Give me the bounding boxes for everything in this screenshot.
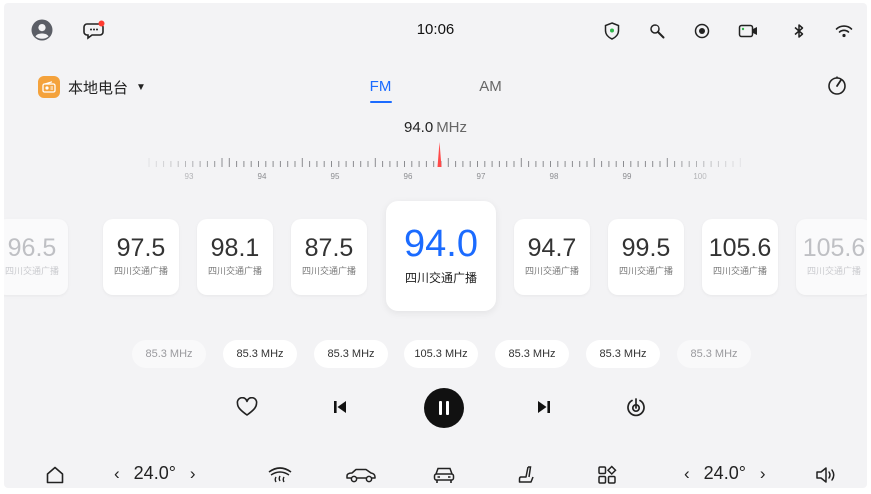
station-card[interactable]: 96.5 四川交通广播 [4, 219, 68, 295]
timer-icon[interactable] [825, 74, 849, 98]
station-card[interactable]: 105.6 四川交通广播 [702, 219, 778, 295]
station-card-selected[interactable]: 94.0 四川交通广播 [386, 201, 496, 311]
tab-am[interactable]: AM [436, 78, 546, 95]
previous-icon[interactable] [328, 395, 352, 419]
defrost-icon[interactable] [266, 463, 294, 487]
bluetooth-icon [789, 21, 809, 41]
tab-fm[interactable]: FM [326, 78, 436, 103]
record-icon [692, 21, 712, 41]
station-name: 四川交通广播 [301, 266, 356, 276]
right-temp-decrease-button[interactable]: ‹ [684, 464, 690, 484]
scan-icon[interactable] [624, 395, 648, 419]
car-icon[interactable] [344, 463, 378, 487]
ruler-label: 95 [331, 172, 340, 181]
station-name: 四川交通广播 [712, 266, 767, 276]
volume-icon[interactable] [813, 463, 839, 487]
frequency-unit: MHz [436, 119, 468, 136]
station-name: 四川交通广播 [113, 266, 168, 276]
station-name: 四川交通广播 [404, 271, 477, 285]
left-temp-increase-button[interactable]: › [190, 464, 196, 484]
pause-icon [439, 401, 449, 415]
station-card[interactable]: 105.6 四川交通广播 [796, 219, 867, 295]
band-tabs: FM AM [4, 78, 867, 103]
shield-icon [602, 21, 622, 41]
station-name: 四川交通广播 [618, 266, 673, 276]
station-frequency: 97.5 [116, 234, 166, 262]
home-icon[interactable] [43, 463, 67, 487]
wrench-icon [647, 21, 667, 41]
preset-chip[interactable]: 85.3 MHz [132, 340, 206, 368]
seat-icon[interactable] [515, 463, 539, 487]
car-front-icon[interactable] [431, 463, 457, 487]
station-name: 四川交通广播 [524, 266, 579, 276]
ruler-label: 96 [404, 172, 413, 181]
camera-icon [737, 21, 759, 41]
right-temp-increase-button[interactable]: › [760, 464, 766, 484]
tuning-needle [437, 142, 442, 167]
station-card[interactable]: 94.7 四川交通广播 [514, 219, 590, 295]
wifi-icon [834, 21, 854, 41]
station-frequency: 94.7 [527, 234, 577, 262]
station-frequency: 87.5 [304, 234, 354, 262]
left-temp-decrease-button[interactable]: ‹ [114, 464, 120, 484]
ruler-label: 99 [623, 172, 632, 181]
tuning-ruler[interactable]: 93949596979899100 [4, 139, 867, 184]
station-name: 四川交通广播 [806, 266, 861, 276]
station-frequency: 98.1 [210, 234, 260, 262]
preset-chip[interactable]: 85.3 MHz [677, 340, 751, 368]
ruler-label: 98 [550, 172, 559, 181]
right-temperature: 24.0° [703, 463, 746, 483]
station-frequency: 96.5 [7, 234, 57, 262]
radio-screen: 10:06 本地电台 ▼ FM AM 94.0 MHz 94 95 96 97 … [4, 3, 867, 488]
station-frequency: 105.6 [802, 234, 866, 262]
preset-chip[interactable]: 85.3 MHz [495, 340, 569, 368]
favorite-icon[interactable] [235, 395, 259, 419]
station-frequency: 105.6 [708, 234, 772, 262]
station-name: 四川交通广播 [4, 266, 59, 276]
station-card[interactable]: 87.5 四川交通广播 [291, 219, 367, 295]
left-temperature: 24.0° [133, 463, 176, 483]
preset-chip[interactable]: 85.3 MHz [586, 340, 660, 368]
right-temperature-control: ‹ 24.0° › [684, 463, 766, 484]
ruler-label: 97 [477, 172, 486, 181]
left-temperature-control: ‹ 24.0° › [114, 463, 196, 484]
preset-chip[interactable]: 85.3 MHz [314, 340, 388, 368]
station-card[interactable]: 97.5 四川交通广播 [103, 219, 179, 295]
station-card[interactable]: 99.5 四川交通广播 [608, 219, 684, 295]
frequency-readout: 94.0 MHz [4, 119, 867, 136]
next-icon[interactable] [532, 395, 556, 419]
apps-icon[interactable] [595, 463, 619, 487]
station-card[interactable]: 98.1 四川交通广播 [197, 219, 273, 295]
preset-chip[interactable]: 105.3 MHz [404, 340, 478, 368]
preset-chip[interactable]: 85.3 MHz [223, 340, 297, 368]
station-frequency: 94.0 [404, 223, 478, 265]
pause-button[interactable] [424, 388, 464, 428]
ruler-label: 94 [258, 172, 267, 181]
current-frequency: 94.0 [403, 119, 434, 136]
station-frequency: 99.5 [621, 234, 671, 262]
station-name: 四川交通广播 [207, 266, 262, 276]
